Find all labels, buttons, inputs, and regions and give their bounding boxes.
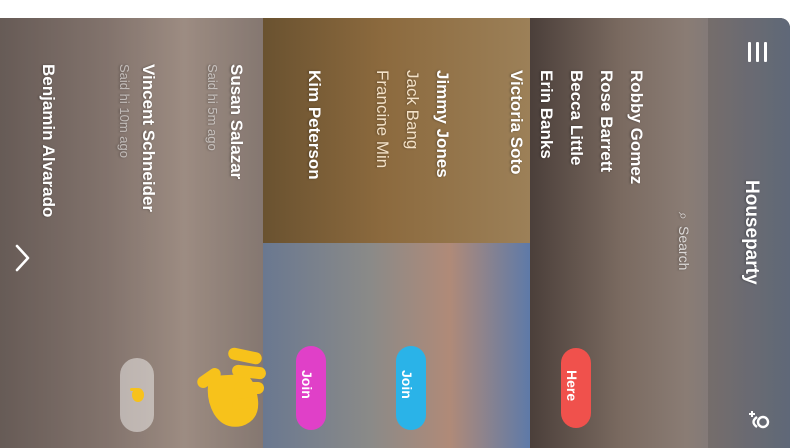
- friend-status: Said hi 5m ago: [205, 64, 220, 151]
- hamburger-menu-icon[interactable]: [745, 40, 771, 64]
- join-button[interactable]: Join: [296, 346, 326, 430]
- list-item[interactable]: Benjamin Alvarado: [30, 18, 60, 248]
- waving-hand-icon: [190, 346, 268, 436]
- friend-name: Benjamin Alvarado: [39, 64, 58, 218]
- list-item[interactable]: Vincent Schneider Said hi 10m ago: [108, 18, 168, 248]
- friend-status: Said hi 10m ago: [117, 64, 132, 158]
- member-name: Becca Little: [567, 70, 586, 166]
- room-card[interactable]: Robby Gomez Rose Barrett Becca Little Er…: [507, 18, 708, 448]
- app-title: Houseparty: [741, 180, 762, 285]
- member-name: Jack Bang: [403, 70, 422, 150]
- friend-name: Vincent Schneider: [139, 64, 158, 213]
- add-person-icon[interactable]: [744, 408, 772, 436]
- room-card[interactable]: Kim Peterson: [296, 18, 396, 243]
- here-button[interactable]: Here: [561, 348, 591, 428]
- member-name: Kim Peterson: [305, 70, 324, 180]
- room-card[interactable]: Jimmy Jones Jack Bang Francine Min: [373, 18, 530, 243]
- app-screen: Houseparty ⌕ Search Robby Gomez Rose Bar…: [0, 18, 790, 448]
- wave-button[interactable]: [120, 358, 154, 432]
- join-button[interactable]: Join: [396, 346, 426, 430]
- chevron-right-icon[interactable]: [10, 240, 36, 276]
- member-name: Rose Barrett: [597, 70, 616, 173]
- waving-hand-icon: [127, 384, 147, 404]
- list-item[interactable]: Susan Salazar Said hi 5m ago: [196, 18, 256, 248]
- member-name: Erin Banks: [537, 70, 556, 159]
- member-name: Robby Gomez: [627, 70, 646, 185]
- friend-name: Susan Salazar: [227, 64, 246, 180]
- member-name: Jimmy Jones: [433, 70, 452, 178]
